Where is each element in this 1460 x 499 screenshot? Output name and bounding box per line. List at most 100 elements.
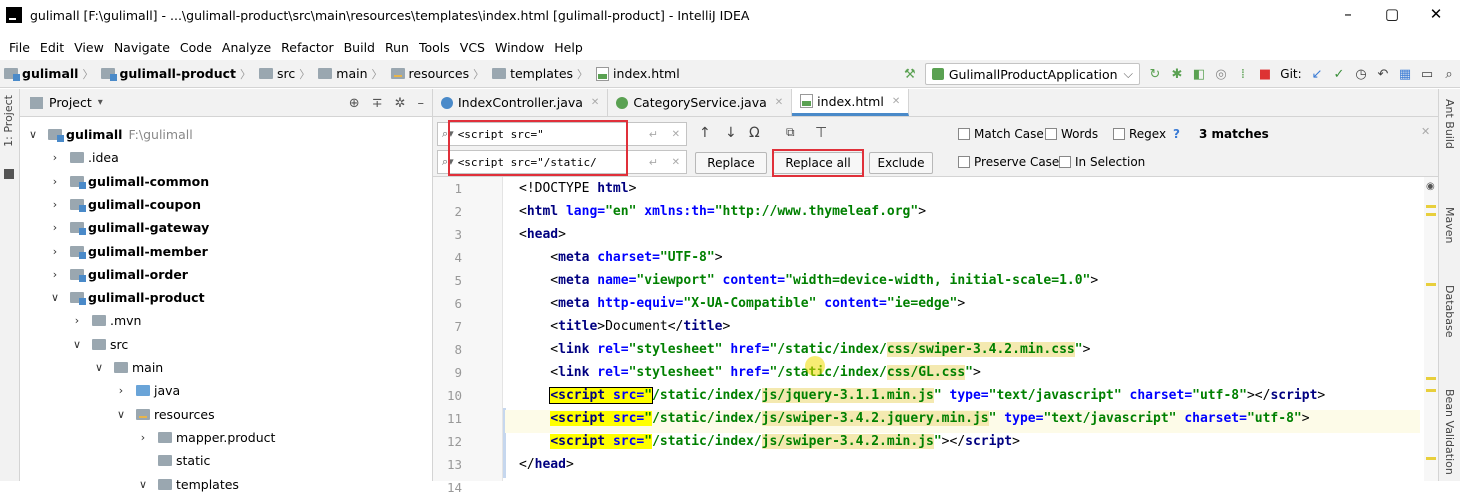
expand-right-icon[interactable]: › bbox=[70, 314, 84, 327]
preserve-case-checkbox[interactable]: Preserve Case bbox=[958, 155, 1059, 169]
expand-right-icon[interactable]: › bbox=[48, 221, 62, 234]
expand-right-icon[interactable]: › bbox=[136, 431, 150, 444]
words-checkbox[interactable]: Words bbox=[1045, 127, 1098, 141]
expand-down-icon[interactable]: ∨ bbox=[48, 291, 62, 304]
tree-item-gulimall[interactable]: ∨ gulimall F:\gulimall bbox=[26, 123, 193, 146]
expand-right-icon[interactable]: › bbox=[114, 384, 128, 397]
git-history-icon[interactable]: ◷ bbox=[1350, 63, 1372, 85]
tree-item-gulimall-coupon[interactable]: › gulimall-coupon bbox=[48, 193, 201, 216]
regex-help-link[interactable]: ? bbox=[1173, 127, 1180, 141]
code-editor[interactable]: <!DOCTYPE html> <html lang="en" xmlns:th… bbox=[519, 177, 1419, 481]
project-structure-icon[interactable]: ▦ bbox=[1394, 63, 1416, 85]
select-all-occurrences-icon[interactable]: Ω bbox=[749, 125, 760, 141]
project-view-select[interactable]: Project bbox=[49, 95, 92, 110]
tree-item-src[interactable]: ∨ src bbox=[70, 333, 128, 356]
menu-edit[interactable]: Edit bbox=[35, 40, 69, 55]
rerun-icon[interactable]: ↻ bbox=[1144, 63, 1166, 85]
project-tool-window-tab[interactable]: 1: Project bbox=[2, 95, 18, 147]
tree-item-idea[interactable]: › .idea bbox=[48, 146, 119, 169]
newline-icon[interactable]: ↵ bbox=[649, 128, 658, 141]
profile-icon[interactable]: ◎ bbox=[1210, 63, 1232, 85]
close-button[interactable]: ✕ bbox=[1414, 0, 1458, 36]
next-occurrence-icon[interactable]: ↓ bbox=[725, 125, 737, 141]
tree-item-static[interactable]: static bbox=[136, 449, 210, 472]
menu-tools[interactable]: Tools bbox=[414, 40, 455, 55]
search-everywhere-icon[interactable]: ⌕ bbox=[1438, 63, 1460, 85]
expand-down-icon[interactable]: ∨ bbox=[136, 478, 150, 491]
menu-refactor[interactable]: Refactor bbox=[276, 40, 338, 55]
expand-right-icon[interactable]: › bbox=[48, 268, 62, 281]
expand-down-icon[interactable]: ∨ bbox=[70, 338, 84, 351]
debug-icon[interactable]: ✱ bbox=[1166, 63, 1188, 85]
hide-panel-icon[interactable]: – bbox=[418, 96, 425, 111]
breadcrumb-main[interactable]: main bbox=[314, 66, 368, 81]
bean-validation-tab[interactable]: Bean Validation bbox=[1443, 389, 1456, 475]
menu-code[interactable]: Code bbox=[175, 40, 217, 55]
menu-build[interactable]: Build bbox=[339, 40, 380, 55]
replace-button[interactable]: Replace bbox=[695, 152, 767, 174]
close-tab-icon[interactable]: ✕ bbox=[892, 96, 900, 107]
tree-item-main[interactable]: ∨ main bbox=[92, 356, 163, 379]
git-commit-icon[interactable]: ✓ bbox=[1328, 63, 1350, 85]
close-find-icon[interactable]: ✕ bbox=[1421, 125, 1430, 138]
tree-item-gulimall-member[interactable]: › gulimall-member bbox=[48, 240, 208, 263]
menu-run[interactable]: Run bbox=[380, 40, 414, 55]
tree-item-gulimall-common[interactable]: › gulimall-common bbox=[48, 170, 209, 193]
tree-item-templates[interactable]: ∨ templates bbox=[136, 473, 239, 496]
git-update-icon[interactable]: ↙ bbox=[1306, 63, 1328, 85]
collapse-all-icon[interactable]: ∓ bbox=[372, 96, 383, 111]
tab-index-controller[interactable]: IndexController.java ✕ bbox=[433, 89, 609, 116]
tree-item-resources[interactable]: ∨ resources bbox=[114, 403, 215, 426]
expand-down-icon[interactable]: ∨ bbox=[114, 408, 128, 421]
maven-tab[interactable]: Maven bbox=[1443, 207, 1456, 243]
tree-item-gulimall-product[interactable]: ∨ gulimall-product bbox=[48, 286, 205, 309]
breadcrumb-resources[interactable]: resources bbox=[387, 66, 469, 81]
stop-icon[interactable]: ■ bbox=[1254, 63, 1276, 85]
match-case-checkbox[interactable]: Match Case bbox=[958, 127, 1044, 141]
filter-icon[interactable]: ⊤ bbox=[815, 125, 827, 141]
tree-item-gulimall-gateway[interactable]: › gulimall-gateway bbox=[48, 216, 209, 239]
expand-right-icon[interactable]: › bbox=[48, 175, 62, 188]
locate-icon[interactable]: ⊕ bbox=[349, 96, 360, 111]
newline-icon[interactable]: ↵ bbox=[649, 156, 658, 169]
menu-view[interactable]: View bbox=[69, 40, 109, 55]
presentation-icon[interactable]: ▭ bbox=[1416, 63, 1438, 85]
filter-results-icon[interactable]: ⧉ bbox=[786, 125, 795, 140]
exclude-button[interactable]: Exclude bbox=[869, 152, 933, 174]
database-tab[interactable]: Database bbox=[1443, 285, 1456, 338]
tab-category-service[interactable]: CategoryService.java ✕ bbox=[608, 89, 793, 116]
in-selection-checkbox[interactable]: In Selection bbox=[1059, 155, 1145, 169]
inspection-eye-icon[interactable]: ◉ bbox=[1426, 181, 1435, 192]
menu-vcs[interactable]: VCS bbox=[455, 40, 490, 55]
chevron-down-icon[interactable]: ▾ bbox=[98, 97, 103, 108]
clear-replace-icon[interactable]: ✕ bbox=[672, 157, 680, 168]
coverage-icon[interactable]: ◧ bbox=[1188, 63, 1210, 85]
regex-checkbox[interactable]: Regex bbox=[1113, 127, 1166, 141]
tree-item-mapper-product[interactable]: › mapper.product bbox=[136, 426, 276, 449]
attach-icon[interactable]: ⁞ bbox=[1232, 63, 1254, 85]
expand-right-icon[interactable]: › bbox=[48, 151, 62, 164]
tree-item-mvn[interactable]: › .mvn bbox=[70, 309, 142, 332]
run-configuration-select[interactable]: GulimallProductApplication ⌵ bbox=[924, 63, 1140, 85]
breadcrumb-gulimall[interactable]: gulimall bbox=[0, 66, 78, 81]
breadcrumb-index-html[interactable]: index.html bbox=[592, 66, 680, 81]
tab-index-html[interactable]: index.html ✕ bbox=[792, 89, 910, 116]
maximize-button[interactable]: ▢ bbox=[1370, 0, 1414, 36]
menu-window[interactable]: Window bbox=[490, 40, 549, 55]
breadcrumb-src[interactable]: src bbox=[255, 66, 295, 81]
expand-right-icon[interactable]: › bbox=[48, 198, 62, 211]
previous-occurrence-icon[interactable]: ↑ bbox=[699, 125, 711, 141]
expand-right-icon[interactable]: › bbox=[48, 245, 62, 258]
breadcrumb-gulimall-product[interactable]: gulimall-product bbox=[97, 66, 236, 81]
minimize-button[interactable]: – bbox=[1326, 0, 1370, 36]
close-tab-icon[interactable]: ✕ bbox=[591, 97, 599, 108]
menu-analyze[interactable]: Analyze bbox=[217, 40, 276, 55]
expand-down-icon[interactable]: ∨ bbox=[92, 361, 106, 374]
breadcrumb-templates[interactable]: templates bbox=[488, 66, 573, 81]
expand-down-icon[interactable]: ∨ bbox=[26, 128, 40, 141]
menu-help[interactable]: Help bbox=[549, 40, 588, 55]
git-rollback-icon[interactable]: ↶ bbox=[1372, 63, 1394, 85]
clear-search-icon[interactable]: ✕ bbox=[672, 129, 680, 140]
settings-gear-icon[interactable]: ✲ bbox=[395, 96, 406, 111]
menu-file[interactable]: File bbox=[4, 40, 35, 55]
